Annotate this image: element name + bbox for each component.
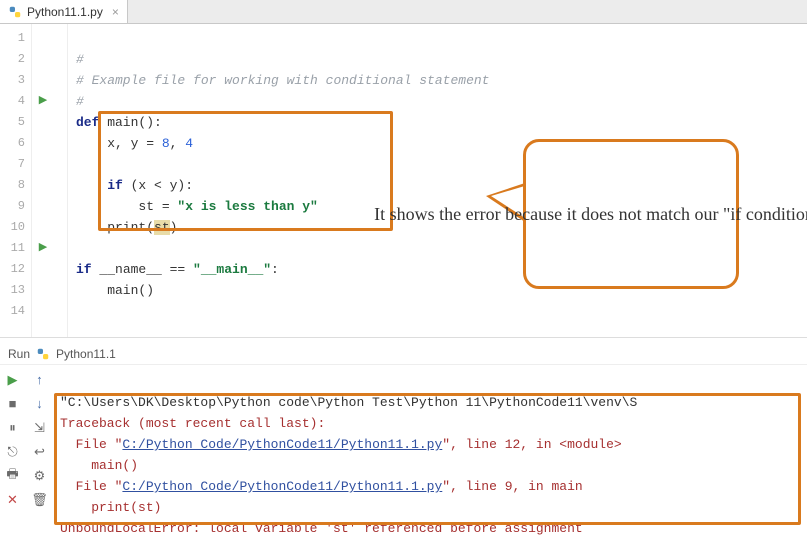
line-number: 8 [0, 175, 25, 196]
fold-gutter [54, 24, 68, 337]
pause-icon[interactable]: ⏸ [4, 419, 22, 437]
code-string: "__main__" [193, 262, 271, 277]
code-text: (x < y): [123, 178, 193, 193]
console-area: ▶ ↑ ■ ↓ ⏸ ⇲ ⎋ ↩ 🖶 ⚙ ✕ 🗑 "C:\Users\DK\Des… [0, 365, 807, 542]
console-toolbar: ▶ ↑ ■ ↓ ⏸ ⇲ ⎋ ↩ 🖶 ⚙ ✕ 🗑 [0, 365, 52, 542]
code-keyword: if [76, 178, 123, 193]
tab-bar: Python11.1.py × [0, 0, 807, 24]
code-text: : [271, 262, 279, 277]
run-line-icon[interactable]: ▶ [32, 238, 54, 259]
line-number-gutter: 1 2 3 4 5 6 7 8 9 10 11 12 13 14 [0, 24, 32, 337]
console-error: UnboundLocalError: local variable 'st' r… [60, 521, 583, 536]
line-number: 9 [0, 196, 25, 217]
run-label: Run [8, 347, 30, 361]
run-gutter: ▶ ▶ [32, 24, 54, 337]
up-arrow-icon[interactable]: ↑ [31, 371, 49, 389]
line-number: 2 [0, 49, 25, 70]
console-file-suffix: ", line 12, in <module> [442, 437, 621, 452]
code-text: x, y = [76, 136, 162, 151]
python-file-icon [36, 347, 50, 361]
run-tool-header: Run Python11.1 [0, 343, 807, 365]
tab-close-icon[interactable]: × [112, 5, 119, 19]
wrap-icon[interactable]: ↩ [31, 443, 49, 461]
line-number: 7 [0, 154, 25, 175]
stop-icon[interactable]: ■ [4, 395, 22, 413]
line-number: 4 [0, 91, 25, 112]
callout-text: It shows the error because it does not m… [374, 202, 807, 226]
file-tab[interactable]: Python11.1.py × [0, 0, 128, 23]
code-comment: # Example file for working with conditio… [76, 73, 489, 88]
code-number: 8 [162, 136, 170, 151]
line-number: 14 [0, 301, 25, 322]
code-text: ) [170, 220, 178, 235]
line-number: 3 [0, 70, 25, 91]
console-line: print(st) [60, 500, 161, 515]
console-line: main() [60, 458, 138, 473]
console-traceback: Traceback (most recent call last): [60, 416, 325, 431]
console-file-link[interactable]: C:/Python Code/PythonCode11/Python11.1.p… [122, 479, 442, 494]
code-string: "x is less than y" [177, 199, 317, 214]
down-arrow-icon[interactable]: ↓ [31, 395, 49, 413]
rerun-icon[interactable]: ▶ [4, 371, 22, 389]
code-text: __name__ == [92, 262, 193, 277]
code-text: , [170, 136, 186, 151]
code-warn-highlight: st [154, 220, 170, 235]
line-number: 5 [0, 112, 25, 133]
code-text: st = [76, 199, 177, 214]
line-number: 13 [0, 280, 25, 301]
close-icon[interactable]: ✕ [4, 491, 22, 509]
console-file-suffix: ", line 9, in main [442, 479, 582, 494]
code-keyword: def [76, 115, 99, 130]
run-line-icon[interactable]: ▶ [32, 91, 54, 112]
trash-icon[interactable]: 🗑 [31, 491, 49, 509]
python-file-icon [8, 5, 22, 19]
annotation-box-console [54, 393, 801, 525]
code-comment: # [76, 52, 84, 67]
console-file-prefix: File " [60, 437, 122, 452]
line-number: 10 [0, 217, 25, 238]
tab-filename: Python11.1.py [27, 5, 103, 19]
code-fn: main(): [99, 115, 161, 130]
console-output[interactable]: "C:\Users\DK\Desktop\Python code\Python … [52, 365, 807, 542]
callout-bubble: It shows the error because it does not m… [523, 139, 739, 289]
code-text: main() [76, 283, 154, 298]
editor-area: 1 2 3 4 5 6 7 8 9 10 11 12 13 14 ▶ ▶ # #… [0, 24, 807, 337]
exit-icon[interactable]: ⎋ [4, 443, 22, 461]
code-keyword: if [76, 262, 92, 277]
scroll-icon[interactable]: ⇲ [31, 419, 49, 437]
settings-icon[interactable]: ⚙ [31, 467, 49, 485]
code-editor[interactable]: # # Example file for working with condit… [68, 24, 807, 337]
code-number: 4 [185, 136, 193, 151]
line-number: 6 [0, 133, 25, 154]
line-number: 1 [0, 28, 25, 49]
line-number: 12 [0, 259, 25, 280]
line-number: 11 [0, 238, 25, 259]
console-file-link[interactable]: C:/Python Code/PythonCode11/Python11.1.p… [122, 437, 442, 452]
code-comment: # [76, 94, 84, 109]
console-path: "C:\Users\DK\Desktop\Python code\Python … [60, 395, 637, 410]
code-text: print( [76, 220, 154, 235]
console-file-prefix: File " [60, 479, 122, 494]
print-icon[interactable]: 🖶 [4, 467, 22, 485]
